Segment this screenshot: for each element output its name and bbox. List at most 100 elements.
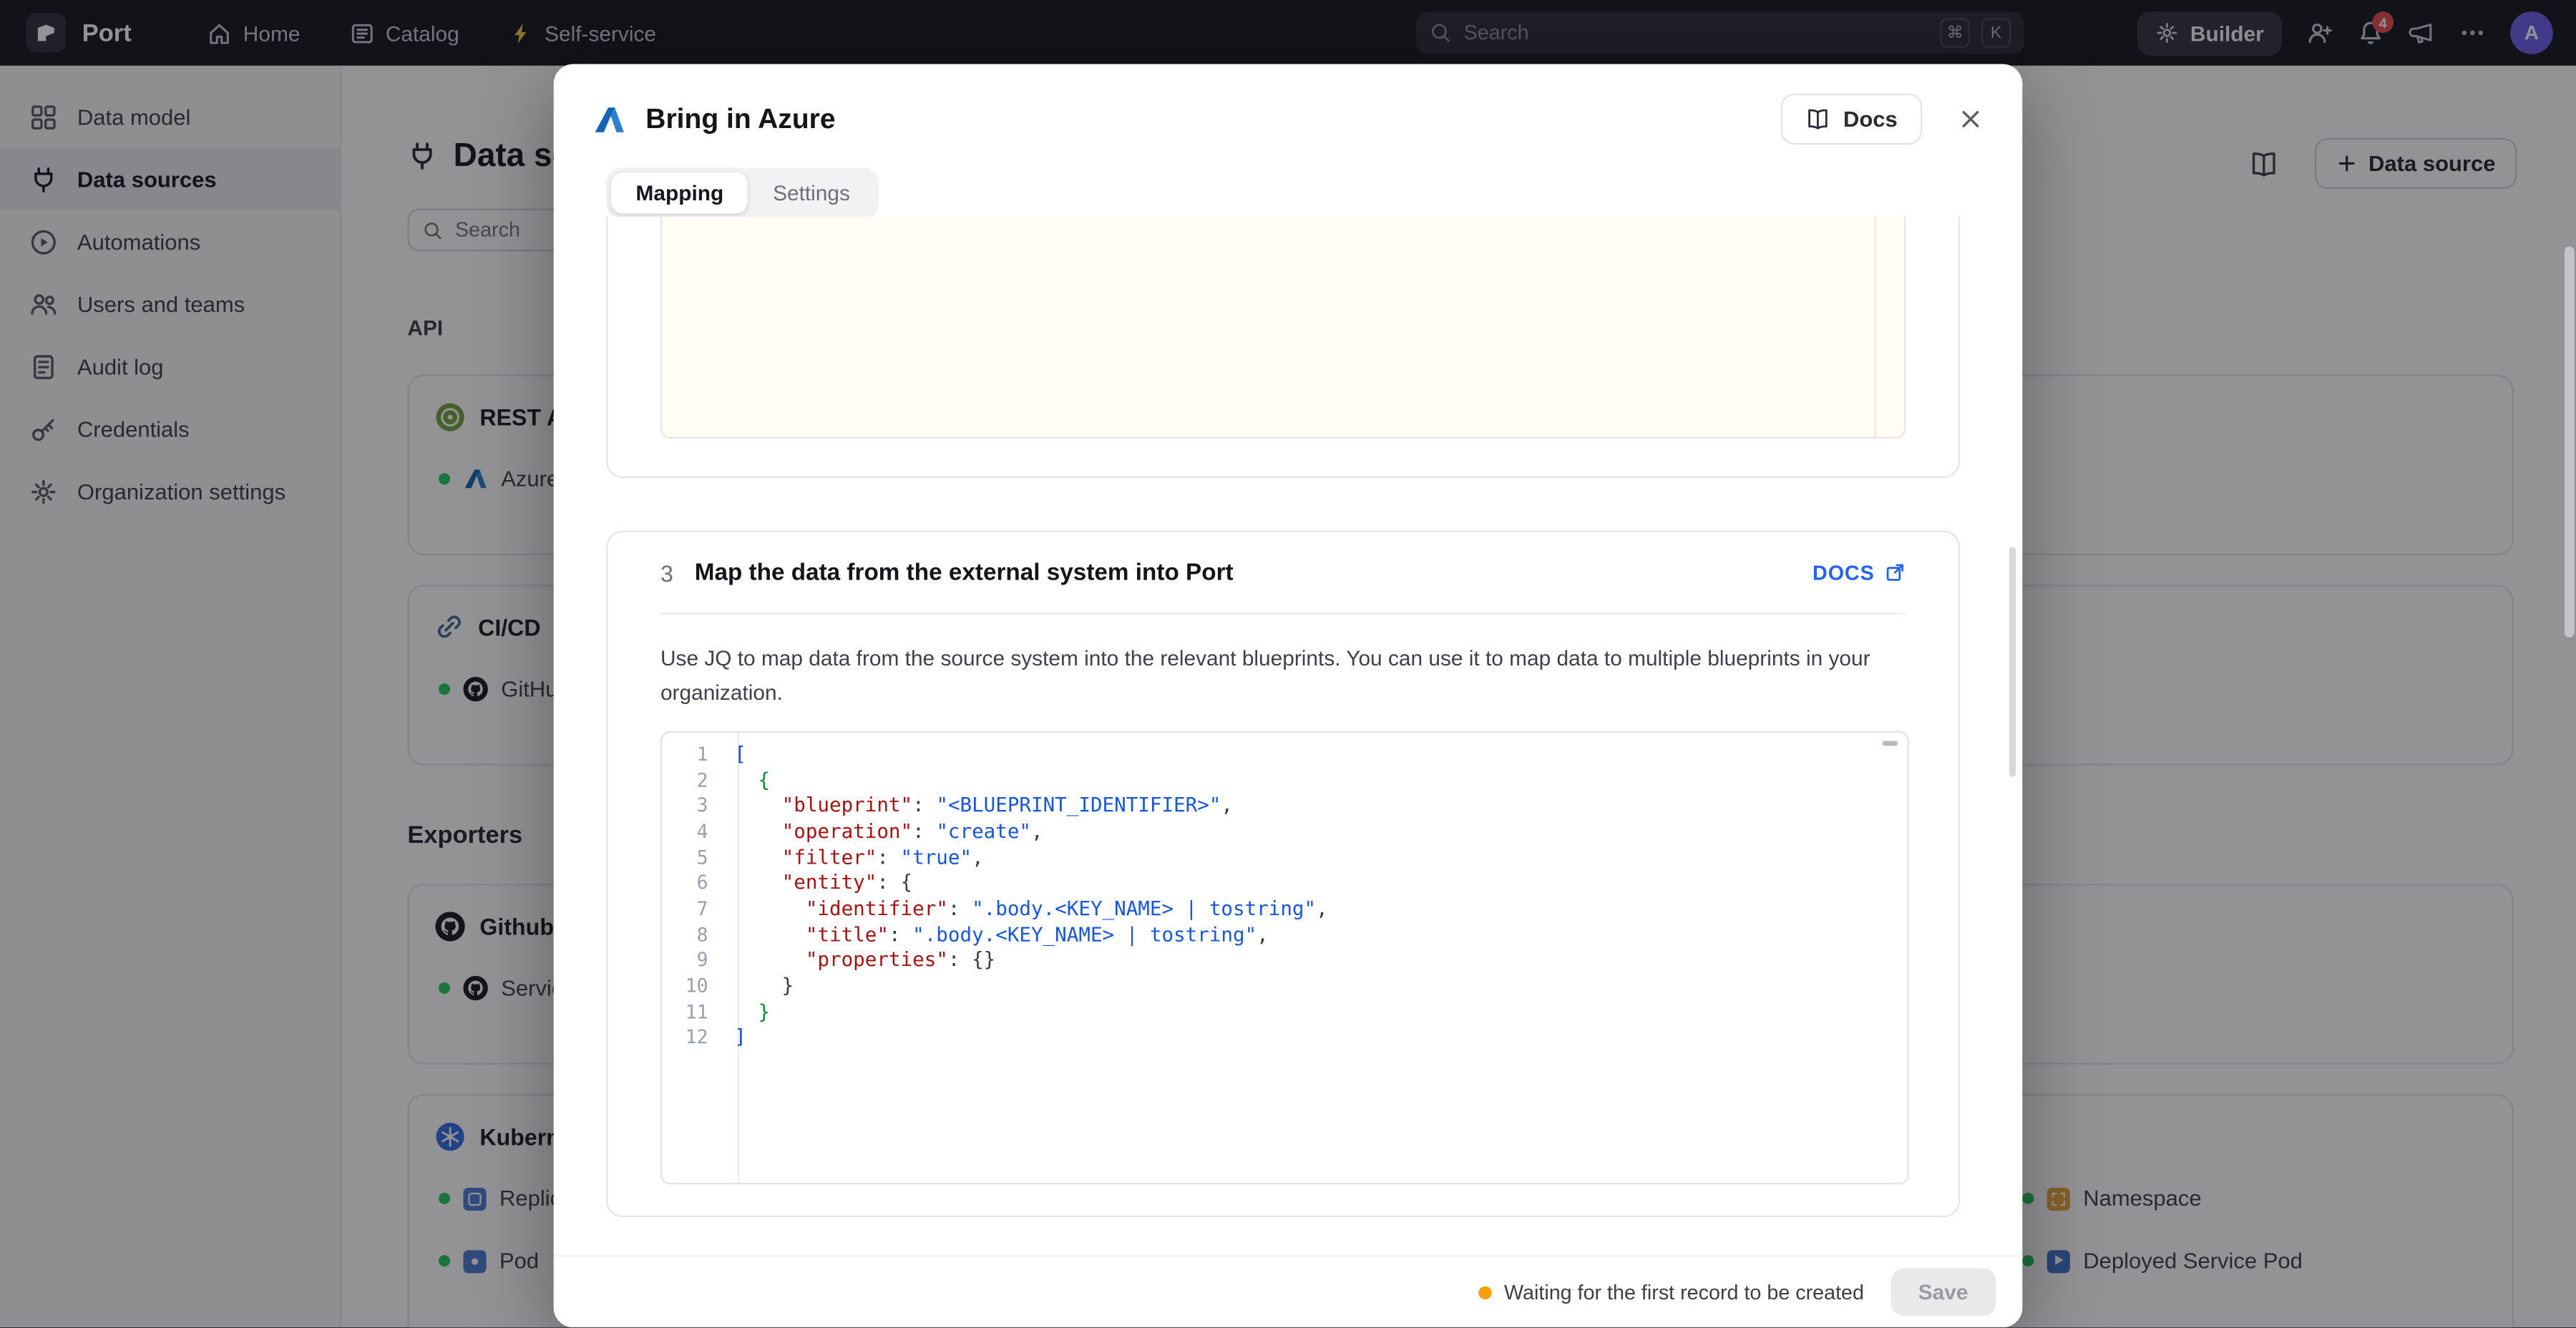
code-token — [734, 794, 781, 816]
mapping-code-editor[interactable]: 1[2 {3 "blueprint": "<BLUEPRINT_IDENTIFI… — [660, 731, 1909, 1185]
code-token: "identifier" — [806, 897, 948, 920]
code-token: , — [1031, 819, 1043, 842]
code-line: 10 } — [662, 973, 1907, 999]
step-3-card: 3 Map the data from the external system … — [606, 531, 1960, 1218]
docs-button[interactable]: Docs — [1781, 94, 1922, 145]
line-number: 12 — [662, 1026, 723, 1049]
status-dot-orange — [1478, 1286, 1491, 1299]
tab-mapping[interactable]: Mapping — [611, 172, 748, 213]
code-token: : — [948, 897, 972, 920]
code-token: : — [877, 871, 900, 894]
code-token: : — [889, 923, 912, 946]
step-docs-link-label: DOCS — [1813, 561, 1875, 584]
code-token: } — [758, 1000, 770, 1023]
code-token: "filter" — [782, 845, 877, 868]
code-line: 11 } — [662, 999, 1907, 1025]
step-docs-link[interactable]: DOCS — [1813, 561, 1906, 584]
code-line: 3 "blueprint": "<BLUEPRINT_IDENTIFIER>", — [662, 792, 1907, 818]
modal-body: 3 Map the data from the external system … — [554, 217, 2023, 1255]
code-line: 7 "identifier": ".body.<KEY_NAME> | tost… — [662, 896, 1907, 922]
code-token: , — [1316, 897, 1328, 920]
line-number: 2 — [662, 768, 723, 791]
code-token: "properties" — [806, 949, 948, 972]
step-3-header: 3 Map the data from the external system … — [608, 532, 1958, 613]
code-token: , — [1221, 794, 1233, 816]
azure-icon — [593, 102, 626, 135]
code-line: 8 "title": ".body.<KEY_NAME> | tostring"… — [662, 922, 1907, 947]
code-text: "operation": "create", — [723, 819, 1043, 842]
code-token: : — [877, 845, 900, 868]
book-icon — [1805, 107, 1830, 131]
code-line: 5 "filter": "true", — [662, 844, 1907, 870]
modal-scrollbar-thumb[interactable] — [2009, 547, 2016, 777]
code-text: "filter": "true", — [723, 845, 983, 868]
bring-in-azure-modal: Bring in Azure Docs Mapping Settings — [554, 64, 2023, 1328]
code-token — [734, 1000, 758, 1023]
code-token: ".body.<KEY_NAME> | tostring" — [912, 923, 1257, 946]
modal-title: Bring in Azure — [645, 102, 835, 135]
line-number: 3 — [662, 794, 723, 816]
code-token — [734, 949, 806, 972]
step-2-editor[interactable] — [660, 217, 1906, 439]
modal-footer: Waiting for the first record to be creat… — [554, 1255, 2023, 1327]
line-number: 4 — [662, 819, 723, 842]
code-token — [734, 871, 781, 894]
code-lines: 1[2 {3 "blueprint": "<BLUEPRINT_IDENTIFI… — [662, 733, 1907, 1050]
code-token: "blueprint" — [782, 794, 912, 816]
code-token: "title" — [806, 923, 889, 946]
page-scrollbar-thumb[interactable] — [2565, 246, 2575, 637]
line-number: 7 — [662, 897, 723, 920]
code-token — [734, 923, 806, 946]
code-text: "blueprint": "<BLUEPRINT_IDENTIFIER>", — [723, 794, 1233, 816]
status-text: Waiting for the first record to be creat… — [1504, 1281, 1864, 1304]
divider — [660, 612, 1906, 614]
code-token: { — [901, 871, 913, 894]
step-number: 3 — [660, 560, 673, 586]
tab-settings[interactable]: Settings — [748, 172, 875, 213]
code-token: {} — [972, 949, 995, 972]
close-icon — [1958, 107, 1983, 131]
step-description: Use JQ to map data from the source syste… — [660, 640, 1884, 709]
code-token: "entity" — [782, 871, 877, 894]
code-token: : — [912, 794, 936, 816]
line-number: 9 — [662, 949, 723, 972]
code-token: } — [782, 975, 794, 997]
code-text: { — [723, 768, 770, 791]
code-line: 6 "entity": { — [662, 870, 1907, 896]
code-text: "entity": { — [723, 871, 912, 894]
code-token: "operation" — [782, 819, 912, 842]
step-title: Map the data from the external system in… — [695, 560, 1234, 586]
record-status: Waiting for the first record to be creat… — [1478, 1281, 1864, 1304]
code-token — [734, 897, 806, 920]
code-token — [734, 845, 781, 868]
code-token: [ — [734, 742, 746, 765]
code-token: ".body.<KEY_NAME> | tostring" — [972, 897, 1316, 920]
code-token — [734, 819, 781, 842]
code-token: ] — [734, 1026, 746, 1049]
line-number: 10 — [662, 975, 723, 997]
code-token: "<BLUEPRINT_IDENTIFIER>" — [936, 794, 1221, 816]
external-link-icon — [1884, 562, 1906, 583]
code-token: , — [972, 845, 984, 868]
step-2-card-partial — [606, 217, 1960, 478]
code-text: } — [723, 1000, 770, 1023]
save-button[interactable]: Save — [1890, 1268, 1996, 1316]
code-text: } — [723, 975, 794, 997]
code-text: ] — [723, 1026, 746, 1049]
code-line: 9 "properties": {} — [662, 947, 1907, 973]
editor-scrollbar-track — [1875, 217, 1876, 437]
code-token: , — [1257, 923, 1269, 946]
code-token: : — [912, 819, 936, 842]
line-number: 5 — [662, 845, 723, 868]
line-number: 8 — [662, 923, 723, 946]
code-line: 12] — [662, 1025, 1907, 1050]
code-text: "identifier": ".body.<KEY_NAME> | tostri… — [723, 897, 1328, 920]
editor-scrollbar-thumb[interactable] — [1883, 741, 1898, 746]
modal-tabs: Mapping Settings — [606, 167, 879, 218]
close-button[interactable] — [1958, 107, 1983, 131]
code-token: { — [758, 768, 770, 791]
code-text: "title": ".body.<KEY_NAME> | tostring", — [723, 923, 1269, 946]
code-token — [734, 975, 781, 997]
code-line: 2 { — [662, 766, 1907, 792]
code-line: 1[ — [662, 741, 1907, 766]
